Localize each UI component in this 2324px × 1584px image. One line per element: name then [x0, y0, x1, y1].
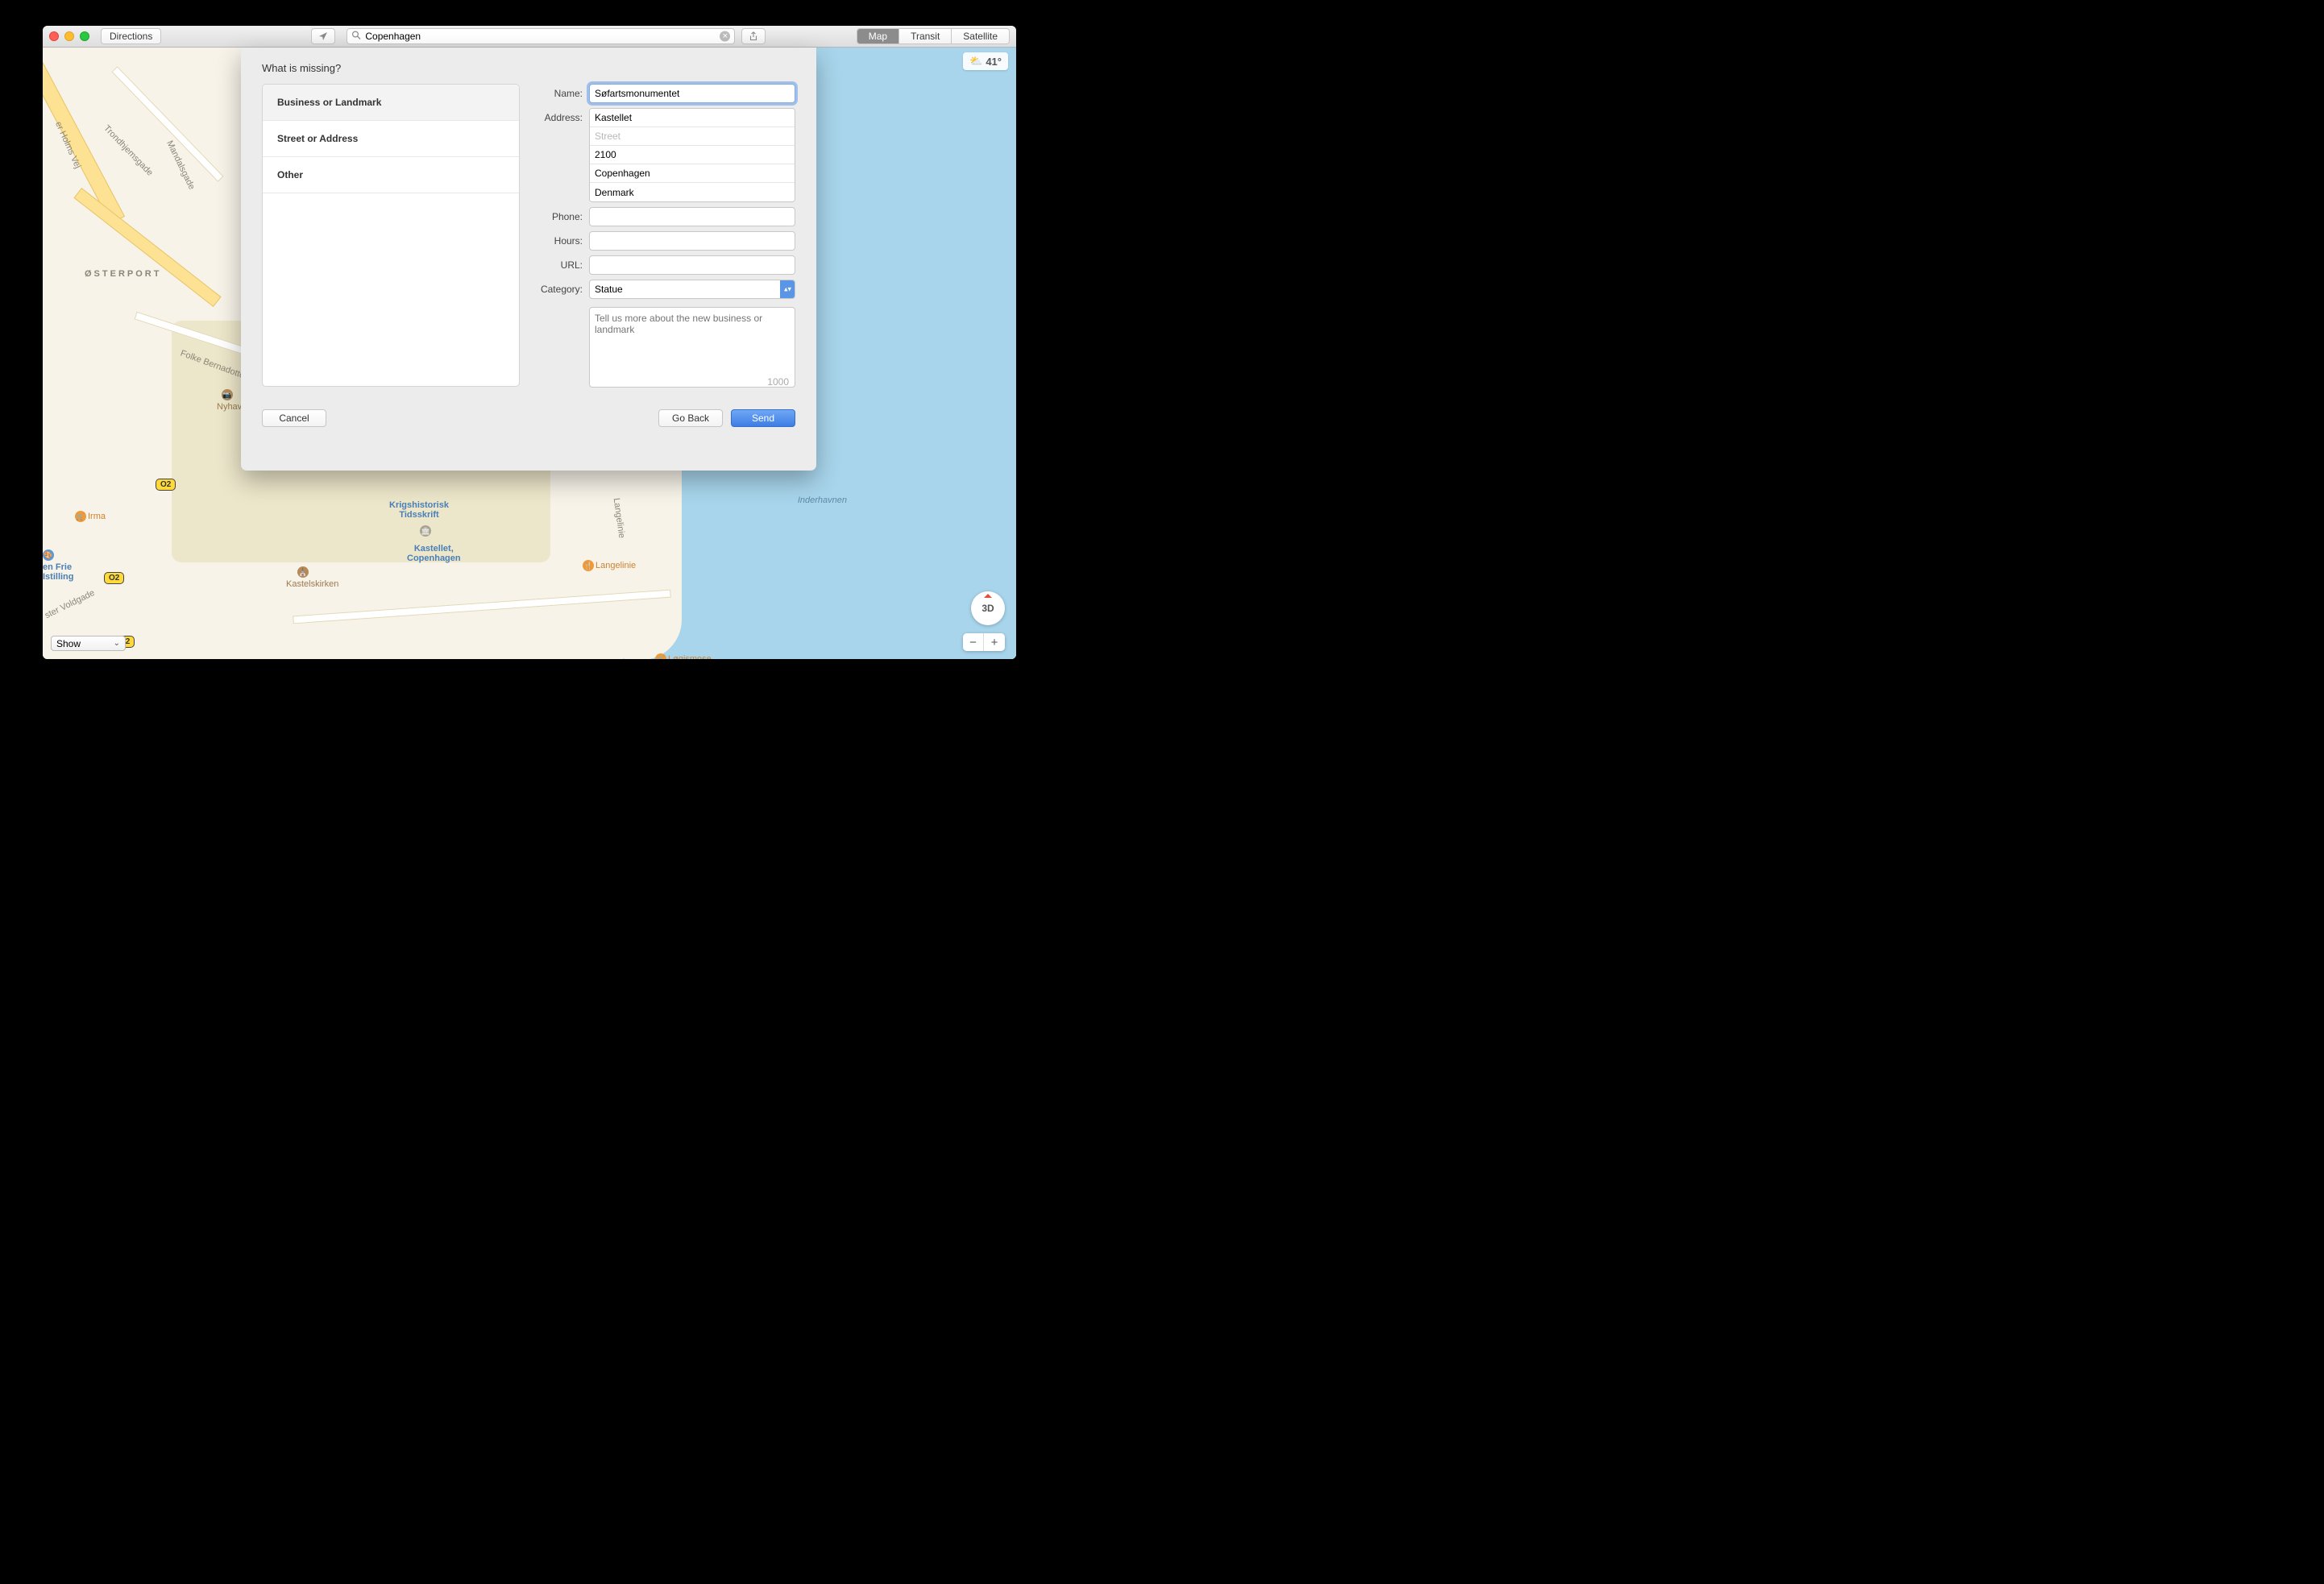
road-3	[111, 66, 223, 182]
search-icon	[351, 31, 361, 43]
poi-label-kastellet: Kastellet, Copenhagen	[407, 544, 461, 563]
hours-input[interactable]	[589, 231, 795, 251]
share-icon	[749, 31, 758, 41]
fullscreen-window-button[interactable]	[80, 31, 89, 41]
problem-form: Name: Address:	[534, 84, 795, 396]
poi-icon-museum[interactable]: 🏛	[420, 525, 431, 537]
route-shield-1: O2	[156, 479, 176, 491]
phone-input[interactable]	[589, 207, 795, 226]
category-business-landmark[interactable]: Business or Landmark	[263, 85, 519, 121]
address-label: Address:	[534, 108, 589, 123]
poi-icon-irma[interactable]: 🛒	[75, 511, 86, 522]
poi-label-frie-l1: en Frie	[43, 562, 72, 572]
poi-label-langelinie: Langelinie	[596, 561, 636, 570]
street-label-trond: Trondhjemsgade	[102, 123, 155, 177]
send-button[interactable]: Send	[731, 409, 795, 427]
poi-label-krigshistorisk-l1: Krigshistorisk	[389, 500, 449, 510]
water-label-inderhavnen: Inderhavnen	[798, 496, 847, 505]
maps-window: Directions ✕ Map Transit Satellite	[43, 26, 1016, 659]
zoom-controls: − +	[963, 633, 1005, 651]
address-line1-input[interactable]	[590, 109, 795, 127]
poi-label-frie-l2: Istilling	[43, 572, 74, 582]
road-2	[73, 188, 221, 307]
poi-label-kastellet-l2: Copenhagen	[407, 554, 461, 563]
poi-label-irma: Irma	[88, 512, 106, 521]
go-back-button[interactable]: Go Back	[658, 409, 723, 427]
view-mode-satellite[interactable]: Satellite	[951, 29, 1009, 44]
view-mode-map[interactable]: Map	[857, 29, 898, 44]
show-menu-label: Show	[56, 638, 81, 649]
view-mode-segmented: Map Transit Satellite	[857, 28, 1010, 44]
address-input-group	[589, 108, 795, 202]
hours-label: Hours:	[534, 231, 589, 247]
category-street-address[interactable]: Street or Address	[263, 121, 519, 157]
district-label-osterport: ØSTERPORT	[85, 269, 161, 279]
address-postal-input[interactable]	[590, 146, 795, 164]
category-select[interactable]: Statue	[589, 280, 795, 299]
toolbar: Directions ✕ Map Transit Satellite	[43, 26, 1016, 48]
chevron-updown-icon: ▴▾	[784, 285, 791, 294]
compass-3d-button[interactable]: 3D	[971, 591, 1005, 625]
problem-category-list: Business or Landmark Street or Address O…	[262, 84, 520, 387]
poi-label-krigshistorisk-l2: Tidsskrift	[399, 510, 438, 520]
address-street-input[interactable]	[590, 127, 795, 146]
address-country-input[interactable]	[590, 183, 795, 201]
window-controls	[49, 31, 89, 41]
search-input[interactable]	[347, 28, 735, 44]
category-label: Category:	[534, 280, 589, 295]
poi-icon-langelinie[interactable]: 🍴	[583, 560, 594, 571]
phone-label: Phone:	[534, 207, 589, 222]
url-label: URL:	[534, 255, 589, 271]
url-input[interactable]	[589, 255, 795, 275]
minimize-window-button[interactable]	[64, 31, 74, 41]
category-other[interactable]: Other	[263, 157, 519, 193]
location-arrow-icon	[318, 31, 328, 41]
view-mode-transit[interactable]: Transit	[898, 29, 951, 44]
poi-icon-logismose[interactable]: 🛒	[655, 653, 666, 659]
close-window-button[interactable]	[49, 31, 59, 41]
poi-icon-frie[interactable]: 🎨	[43, 549, 54, 561]
name-label: Name:	[534, 84, 589, 99]
share-button[interactable]	[741, 28, 766, 44]
directions-button[interactable]: Directions	[101, 28, 161, 44]
weather-temperature: 41°	[986, 56, 1002, 68]
poi-label-kastelskirken: Kastelskirken	[286, 579, 338, 589]
poi-label-kastellet-l1: Kastellet,	[414, 544, 454, 554]
poi-label-logismose: Løgismose	[668, 654, 712, 659]
zoom-in-button[interactable]: +	[984, 633, 1005, 651]
search-field-wrap: ✕	[347, 28, 735, 44]
weather-icon: ⛅	[969, 55, 982, 68]
route-shield-2: O2	[104, 572, 124, 584]
name-input[interactable]	[589, 84, 795, 103]
notes-textarea[interactable]	[589, 307, 795, 388]
dialog-footer: Cancel Go Back Send	[262, 409, 795, 427]
cancel-button[interactable]: Cancel	[262, 409, 326, 427]
notes-char-counter: 1000	[767, 376, 789, 388]
poi-icon-kastelskirken[interactable]: ⛪	[297, 566, 309, 578]
zoom-out-button[interactable]: −	[963, 633, 984, 651]
address-city-input[interactable]	[590, 164, 795, 183]
poi-label-krigshistorisk: Krigshistorisk Tidsskrift	[389, 500, 449, 520]
report-problem-dialog: What is missing? Business or Landmark St…	[241, 48, 816, 471]
show-menu[interactable]: Show	[51, 636, 126, 651]
poi-icon-nyhavn[interactable]: 📷	[222, 389, 233, 400]
current-location-button[interactable]	[311, 28, 335, 44]
clear-search-button[interactable]: ✕	[720, 31, 730, 42]
dialog-title: What is missing?	[262, 62, 795, 74]
weather-badge[interactable]: ⛅ 41°	[963, 52, 1008, 70]
